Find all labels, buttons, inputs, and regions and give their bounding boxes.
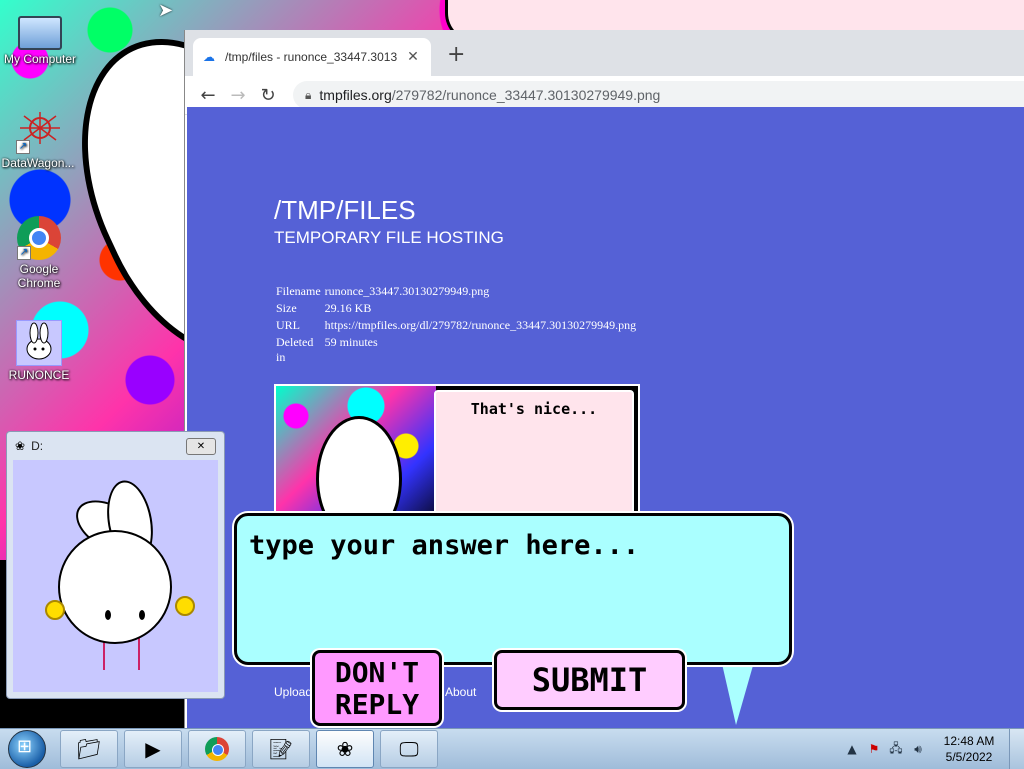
monitor-icon: 🖵︎ xyxy=(399,737,419,761)
clock[interactable]: 12:48 AM 5/5/2022 xyxy=(929,733,1009,765)
info-value: 59 minutes xyxy=(324,335,378,349)
chrome-icon: ↗ xyxy=(17,216,61,260)
notepad-icon: 📝︎ xyxy=(268,737,294,761)
clock-date: 5/5/2022 xyxy=(945,750,993,764)
answer-input[interactable] xyxy=(247,524,781,566)
bunny-body xyxy=(58,530,172,644)
d-window-titlebar[interactable]: ❀ D: ✕ xyxy=(7,432,224,460)
tab-strip: ☁ /tmp/files - runonce_33447.3013 ✕ + xyxy=(185,30,1024,76)
d-window: ❀ D: ✕ xyxy=(6,431,225,699)
close-tab-icon[interactable]: ✕ xyxy=(405,49,421,65)
computer-icon xyxy=(18,16,62,50)
explorer-icon: 📁︎ xyxy=(76,737,102,761)
bunny-hand xyxy=(45,600,65,620)
taskbar: 📁︎ ▶ 📝︎ ❀ 🖵︎ ▲ ⚑ 🖧︎ 🔊︎ 12:48 AM 5/5/2022 xyxy=(0,728,1024,769)
start-button[interactable] xyxy=(8,730,46,768)
info-row: Filename runonce_33447.30130279949.png xyxy=(274,283,638,300)
spider-icon: ↗ xyxy=(16,110,60,154)
new-tab-button[interactable]: + xyxy=(447,42,465,67)
bunny-hand xyxy=(175,596,195,616)
site-subtitle: TEMPORARY FILE HOSTING xyxy=(274,228,504,247)
address-bar[interactable]: 🔒︎ tmpfiles.org/279782/runonce_33447.301… xyxy=(293,81,1024,109)
desktop-icon-label: My Computer xyxy=(3,52,77,66)
taskbar-chrome[interactable] xyxy=(188,730,246,768)
volume-icon[interactable]: 🔊︎ xyxy=(907,742,929,757)
show-desktop-button[interactable] xyxy=(1009,729,1024,769)
taskbar-media-player[interactable]: ▶ xyxy=(124,730,182,768)
info-value[interactable]: https://tmpfiles.org/dl/279782/runonce_3… xyxy=(323,317,638,334)
desktop-icon-label: Google Chrome xyxy=(17,262,61,290)
network-icon[interactable]: 🖧︎ xyxy=(885,739,907,760)
preview-text: That's nice... xyxy=(470,400,598,418)
desktop-icon-runonce[interactable]: RUNONCE xyxy=(1,320,77,382)
action-center-icon[interactable]: ⚑ xyxy=(863,742,885,756)
speech-bubble-tail xyxy=(720,655,756,725)
info-row: Size 29.16 KB xyxy=(274,300,638,317)
show-hidden-icons-icon[interactable]: ▲ xyxy=(841,742,863,756)
info-key: Deleted in xyxy=(276,335,314,364)
info-row: Deleted in 59 minutes xyxy=(274,334,638,366)
info-row: URL https://tmpfiles.org/dl/279782/runonc… xyxy=(274,317,638,334)
url-host: tmpfiles.org xyxy=(319,87,392,103)
taskbar-runonce[interactable]: ❀ xyxy=(316,730,374,768)
desktop-icon-label: RUNONCE xyxy=(8,368,70,382)
upload-link[interactable]: Upload xyxy=(274,685,312,699)
reload-icon[interactable]: ↻ xyxy=(253,85,283,106)
media-player-icon: ▶ xyxy=(145,737,161,761)
desktop-icon-datawagon[interactable]: ↗ DataWagon... xyxy=(0,110,76,170)
bunny-icon xyxy=(16,320,62,366)
url-path: /279782/runonce_33447.30130279949.png xyxy=(391,87,661,103)
close-icon[interactable]: ✕ xyxy=(186,437,216,455)
bunny-icon: ❀ xyxy=(336,737,354,761)
file-info-table: Filename runonce_33447.30130279949.png Si… xyxy=(274,283,638,366)
cloud-upload-icon: ☁ xyxy=(203,50,215,64)
bunny-leg xyxy=(138,638,140,670)
d-window-body xyxy=(13,460,218,692)
info-value: runonce_33447.30130279949.png xyxy=(324,284,490,298)
bunny-eye xyxy=(105,610,111,620)
d-window-title: D: xyxy=(31,439,44,453)
dont-reply-button[interactable]: DON'T REPLY xyxy=(312,650,442,726)
info-value: 29.16 KB xyxy=(324,301,372,315)
site-title: /TMP/FILES xyxy=(274,195,416,225)
browser-tab[interactable]: ☁ /tmp/files - runonce_33447.3013 ✕ xyxy=(193,38,431,76)
forward-arrow-icon[interactable]: → xyxy=(223,85,253,106)
bunny-icon: ❀ xyxy=(15,439,26,453)
taskbar-notepad[interactable]: 📝︎ xyxy=(252,730,310,768)
submit-button[interactable]: SUBMIT xyxy=(494,650,685,710)
lock-icon: 🔒︎ xyxy=(305,87,312,102)
about-link[interactable]: About xyxy=(445,685,476,699)
system-tray: ▲ ⚑ 🖧︎ 🔊︎ 12:48 AM 5/5/2022 xyxy=(841,729,1024,769)
taskbar-monitor[interactable]: 🖵︎ xyxy=(380,730,438,768)
taskbar-explorer[interactable]: 📁︎ xyxy=(60,730,118,768)
chrome-icon xyxy=(205,737,229,761)
info-key: Size xyxy=(276,301,297,315)
tab-title: /tmp/files - runonce_33447.3013 xyxy=(225,50,398,64)
desktop-icon-label: DataWagon... xyxy=(1,156,75,170)
desktop-icon-my-computer[interactable]: My Computer xyxy=(2,8,78,66)
info-key: URL xyxy=(276,318,300,332)
desktop-icon-google-chrome[interactable]: ↗ Google Chrome xyxy=(1,216,77,290)
clock-time: 12:48 AM xyxy=(943,734,995,748)
speech-bubble xyxy=(234,513,792,665)
mouse-cursor-icon: ➤ xyxy=(158,0,174,21)
bunny-eye xyxy=(139,610,145,620)
info-key: Filename xyxy=(276,284,321,298)
back-arrow-icon[interactable]: ← xyxy=(193,85,223,106)
